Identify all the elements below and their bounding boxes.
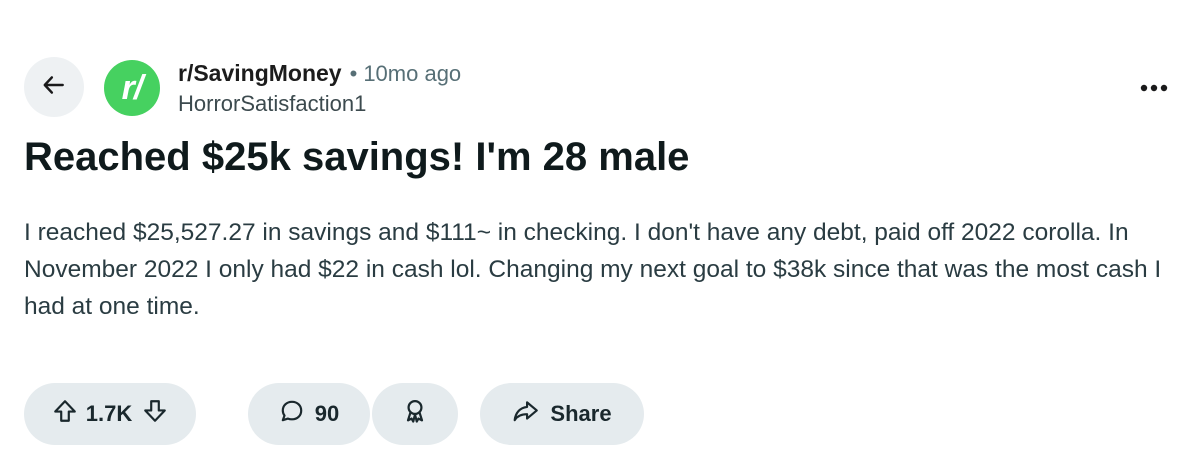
share-arrow-icon — [512, 398, 540, 430]
avatar-text: r/ — [121, 68, 144, 107]
author-link[interactable]: HorrorSatisfaction1 — [178, 89, 461, 119]
share-button[interactable]: Share — [480, 383, 644, 445]
subreddit-link[interactable]: r/SavingMoney — [178, 58, 342, 88]
downvote-button[interactable] — [142, 398, 168, 430]
post-body: I reached $25,527.27 in savings and $111… — [24, 219, 1162, 320]
vote-group: 1.7K — [24, 383, 196, 445]
vote-count: 1.7K — [85, 401, 133, 426]
upvote-button[interactable] — [52, 398, 78, 430]
downvote-arrow-icon — [142, 398, 168, 430]
award-button[interactable] — [372, 383, 458, 445]
comment-count: 90 — [314, 401, 340, 426]
comment-bubble-icon — [279, 398, 305, 430]
overflow-menu-button[interactable] — [1132, 72, 1176, 104]
upvote-arrow-icon — [52, 398, 78, 430]
post-timestamp: 10mo ago — [363, 61, 462, 86]
award-icon — [401, 397, 429, 431]
back-button[interactable] — [24, 57, 84, 117]
comments-button[interactable]: 90 — [248, 383, 370, 445]
post-title: Reached $25k savings! I'm 28 male — [24, 135, 690, 179]
more-horizontal-icon — [1139, 79, 1169, 97]
post-meta: r/SavingMoney • 10mo ago HorrorSatisfact… — [178, 58, 461, 119]
share-label: Share — [550, 401, 612, 426]
arrow-left-icon — [41, 72, 67, 103]
subreddit-avatar[interactable]: r/ — [104, 60, 160, 116]
meta-separator: • — [349, 61, 358, 86]
